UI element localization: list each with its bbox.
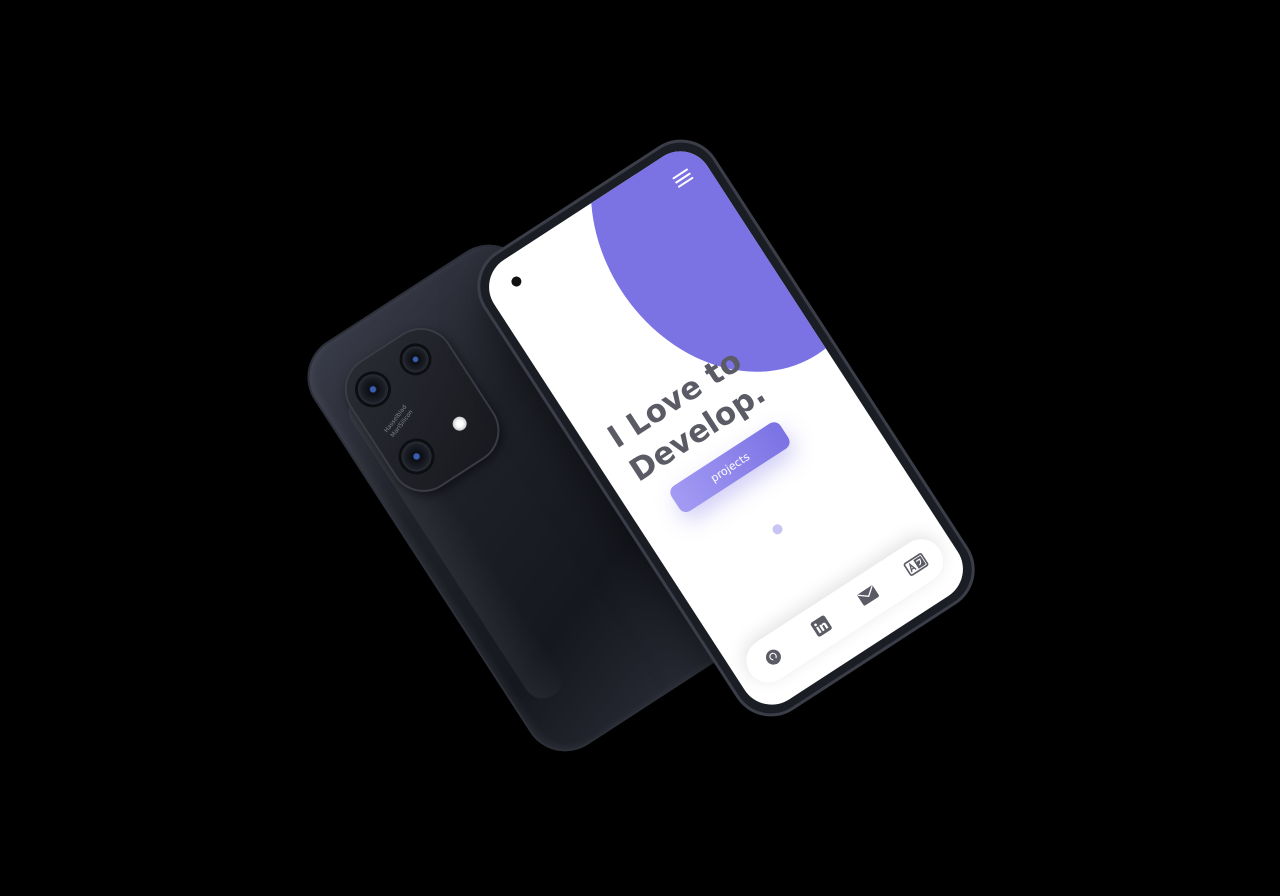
tele-lens-icon	[397, 341, 434, 378]
linkedin-icon[interactable]	[806, 611, 836, 641]
mockup-scene: Hasselblad MariSilicon I Love to Develop…	[0, 0, 1280, 896]
main-lens-icon	[352, 368, 394, 411]
mail-icon[interactable]	[853, 580, 883, 610]
camera-module: Hasselblad MariSilicon	[331, 314, 513, 505]
front-camera-icon	[509, 274, 524, 289]
camera-engraving: Hasselblad MariSilicon	[383, 374, 438, 440]
scroll-indicator	[770, 522, 785, 537]
github-icon[interactable]	[758, 642, 788, 672]
camera-text-1: Hasselblad	[383, 403, 409, 435]
wide-lens-icon	[395, 435, 438, 478]
flash-icon	[449, 414, 470, 434]
bottom-nav	[737, 530, 952, 691]
translate-icon[interactable]	[901, 549, 931, 579]
